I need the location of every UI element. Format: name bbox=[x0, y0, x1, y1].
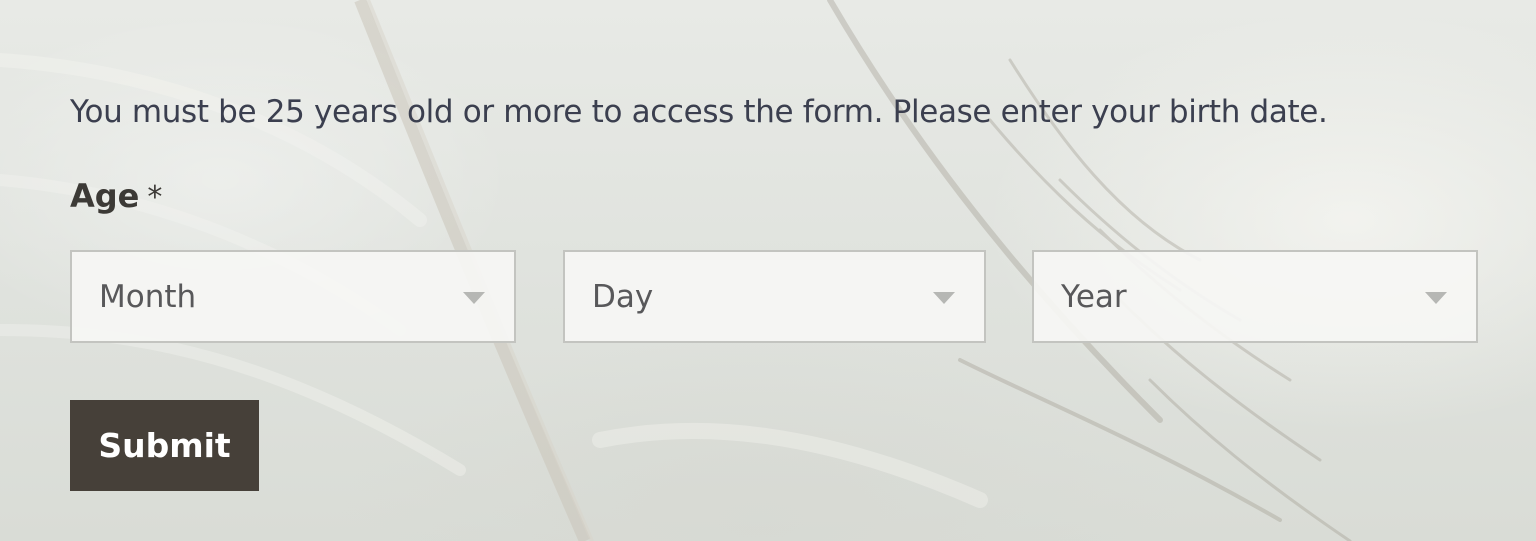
submit-button[interactable]: Submit bbox=[70, 400, 259, 491]
year-select[interactable]: Year bbox=[1032, 250, 1478, 343]
chevron-down-icon bbox=[933, 292, 955, 304]
age-field-label: Age * bbox=[70, 175, 162, 219]
required-marker: * bbox=[147, 180, 163, 215]
age-gate-form: You must be 25 years old or more to acce… bbox=[70, 0, 1478, 541]
age-label-text: Age bbox=[70, 177, 140, 215]
chevron-down-icon bbox=[1425, 292, 1447, 304]
month-select-value: Month bbox=[99, 279, 197, 315]
day-select[interactable]: Day bbox=[563, 250, 986, 343]
day-select-value: Day bbox=[592, 279, 654, 315]
chevron-down-icon bbox=[463, 292, 485, 304]
age-requirement-notice: You must be 25 years old or more to acce… bbox=[70, 94, 1328, 130]
month-select[interactable]: Month bbox=[70, 250, 516, 343]
year-select-value: Year bbox=[1061, 279, 1127, 315]
